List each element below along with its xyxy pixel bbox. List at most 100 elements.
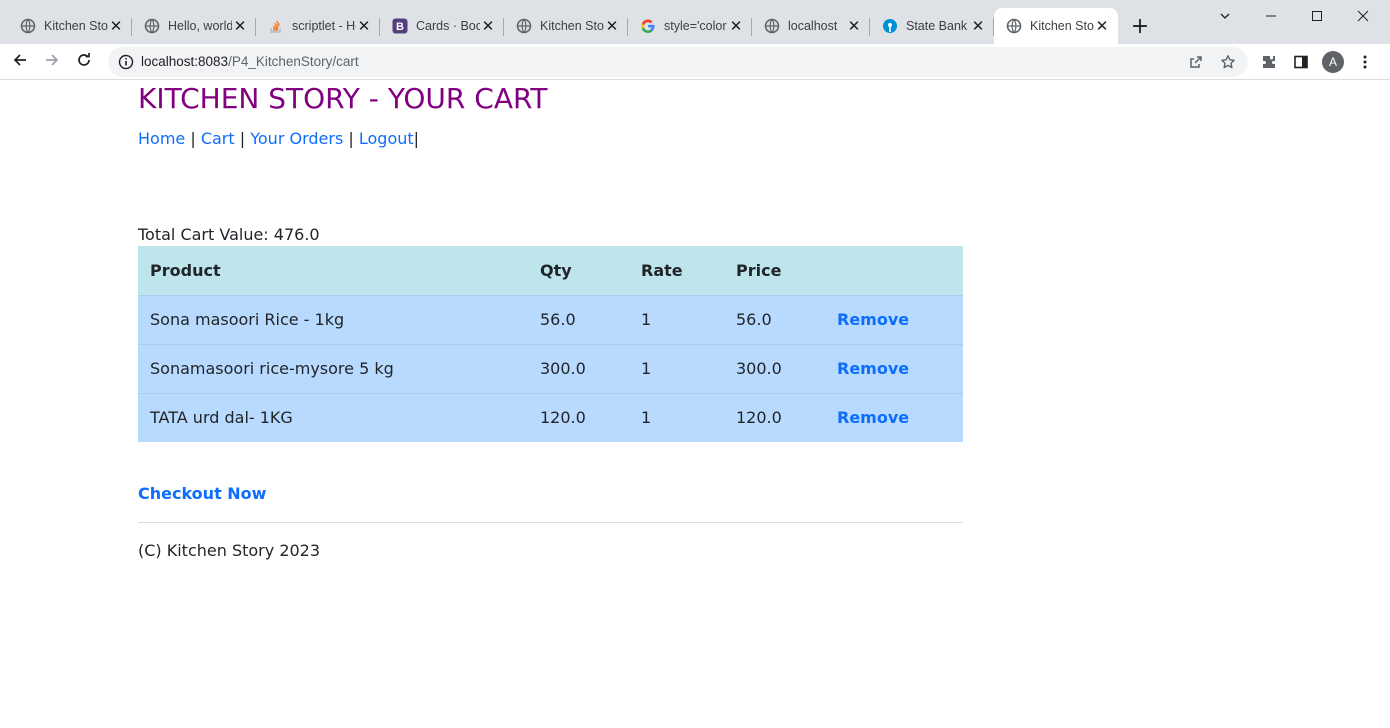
tab-title: style='color (664, 19, 727, 33)
tab-localhost[interactable]: localhost ✕ (752, 8, 870, 44)
cart-table: Product Qty Rate Price Sona masoori Rice… (138, 246, 963, 442)
page-content: KITCHEN STORY - YOUR CART Home | Cart | … (138, 81, 963, 560)
remove-link[interactable]: Remove (837, 408, 909, 427)
arrow-right-icon (44, 52, 60, 72)
nav-logout-link[interactable]: Logout (359, 129, 414, 148)
total-cart-value: Total Cart Value: 476.0 (138, 225, 320, 244)
globe-icon (20, 18, 36, 34)
tab-title: State Bank (906, 19, 968, 33)
cell-action: Remove (825, 343, 963, 393)
tab-cards-bootstrap[interactable]: B Cards · Bootstrap ✕ (380, 8, 504, 44)
close-tab-icon[interactable]: ✕ (604, 18, 620, 35)
nav-orders-link[interactable]: Your Orders (250, 129, 343, 148)
footer-copyright: (C) Kitchen Story 2023 (138, 541, 321, 560)
arrow-left-icon (12, 52, 28, 72)
close-tab-icon[interactable]: ✕ (232, 18, 248, 35)
url-text: localhost:8083/P4_KitchenStory/cart (141, 54, 359, 69)
url-path: /P4_KitchenStory/cart (228, 54, 359, 69)
page-title: KITCHEN STORY - YOUR CART (138, 82, 548, 115)
nav-cart-link[interactable]: Cart (201, 129, 235, 148)
globe-icon (516, 18, 532, 34)
close-tab-icon[interactable]: ✕ (480, 18, 496, 35)
cell-price: 300.0 (724, 343, 825, 393)
nav-separator: | (190, 129, 196, 148)
tab-kitchen-story-1[interactable]: Kitchen Story ✕ (8, 8, 132, 44)
cell-rate: 1 (629, 392, 724, 442)
tab-title: scriptlet - How (292, 19, 356, 33)
tab-title: Cards · Bootstrap (416, 19, 480, 33)
tab-title: Hello, world! (168, 19, 232, 33)
tab-strip: Kitchen Story ✕ Hello, world! ✕ scriptle… (0, 0, 1390, 44)
cell-price: 56.0 (724, 294, 825, 344)
tab-kitchen-story-active[interactable]: Kitchen Story ✕ (994, 8, 1118, 44)
bootstrap-icon: B (392, 18, 408, 34)
more-menu-icon[interactable] (1355, 52, 1375, 72)
cell-rate: 1 (629, 343, 724, 393)
footer-divider (138, 522, 963, 523)
globe-icon (144, 18, 160, 34)
maximize-icon (1311, 7, 1323, 26)
star-icon[interactable] (1218, 52, 1238, 72)
close-window-button[interactable] (1340, 0, 1386, 32)
close-tab-icon[interactable]: ✕ (728, 18, 744, 35)
tab-scriptlet[interactable]: scriptlet - How ✕ (256, 8, 380, 44)
column-header-qty: Qty (528, 246, 629, 295)
stackoverflow-icon (268, 18, 284, 34)
cell-qty: 120.0 (528, 392, 629, 442)
cell-price: 120.0 (724, 392, 825, 442)
checkout-now-link[interactable]: Checkout Now (138, 484, 266, 503)
close-icon (1357, 7, 1369, 26)
reload-icon (76, 52, 92, 72)
close-tab-icon[interactable]: ✕ (846, 18, 862, 35)
table-row: Sonamasoori rice-mysore 5 kg 300.0 1 300… (138, 343, 963, 393)
column-header-rate: Rate (629, 246, 724, 295)
tab-title: Kitchen Story (1030, 19, 1094, 33)
tab-google-search[interactable]: style='color ✕ (628, 8, 752, 44)
svg-text:B: B (396, 21, 404, 33)
cell-qty: 300.0 (528, 343, 629, 393)
minimize-button[interactable] (1248, 0, 1294, 32)
chevron-down-icon (1219, 7, 1231, 26)
nav-separator: | (239, 129, 246, 148)
profile-avatar[interactable]: A (1322, 51, 1344, 73)
forward-button[interactable] (40, 50, 64, 74)
nav-separator: | (413, 129, 420, 148)
table-header-row: Product Qty Rate Price (138, 246, 963, 295)
back-button[interactable] (8, 50, 32, 74)
column-header-price: Price (724, 246, 825, 295)
tab-title: localhost (788, 19, 838, 33)
side-panel-icon[interactable] (1291, 52, 1311, 72)
close-tab-icon[interactable]: ✕ (970, 18, 986, 35)
close-tab-icon[interactable]: ✕ (1094, 18, 1110, 35)
info-icon[interactable] (118, 54, 134, 70)
cell-action: Remove (825, 294, 963, 344)
column-header-product: Product (138, 246, 528, 295)
table-row: Sona masoori Rice - 1kg 56.0 1 56.0 Remo… (138, 294, 963, 344)
tab-search-button[interactable] (1202, 0, 1248, 32)
tab-hello-world[interactable]: Hello, world! ✕ (132, 8, 256, 44)
share-icon[interactable] (1186, 52, 1206, 72)
tab-title: Kitchen Story (540, 19, 604, 33)
remove-link[interactable]: Remove (837, 310, 909, 329)
maximize-button[interactable] (1294, 0, 1340, 32)
cell-product: Sonamasoori rice-mysore 5 kg (138, 343, 528, 393)
remove-link[interactable]: Remove (837, 359, 909, 378)
globe-icon (764, 18, 780, 34)
column-header-action (825, 246, 963, 295)
close-tab-icon[interactable]: ✕ (356, 18, 372, 35)
nav-home-link[interactable]: Home (138, 129, 185, 148)
extensions-icon[interactable] (1259, 52, 1279, 72)
browser-toolbar: localhost:8083/P4_KitchenStory/cart A (0, 44, 1390, 80)
close-tab-icon[interactable]: ✕ (108, 18, 124, 35)
cell-product: TATA urd dal- 1KG (138, 392, 528, 442)
tab-state-bank[interactable]: State Bank ✕ (870, 8, 994, 44)
address-bar[interactable]: localhost:8083/P4_KitchenStory/cart (108, 47, 1248, 77)
reload-button[interactable] (72, 50, 96, 74)
main-nav: Home | Cart | Your Orders | Logout| (138, 127, 963, 151)
cell-qty: 56.0 (528, 294, 629, 344)
nav-separator: | (348, 129, 354, 148)
globe-icon (1006, 18, 1022, 34)
new-tab-button[interactable]: + (1128, 14, 1152, 39)
url-host: localhost:8083 (141, 54, 229, 69)
tab-kitchen-story-2[interactable]: Kitchen Story ✕ (504, 8, 628, 44)
